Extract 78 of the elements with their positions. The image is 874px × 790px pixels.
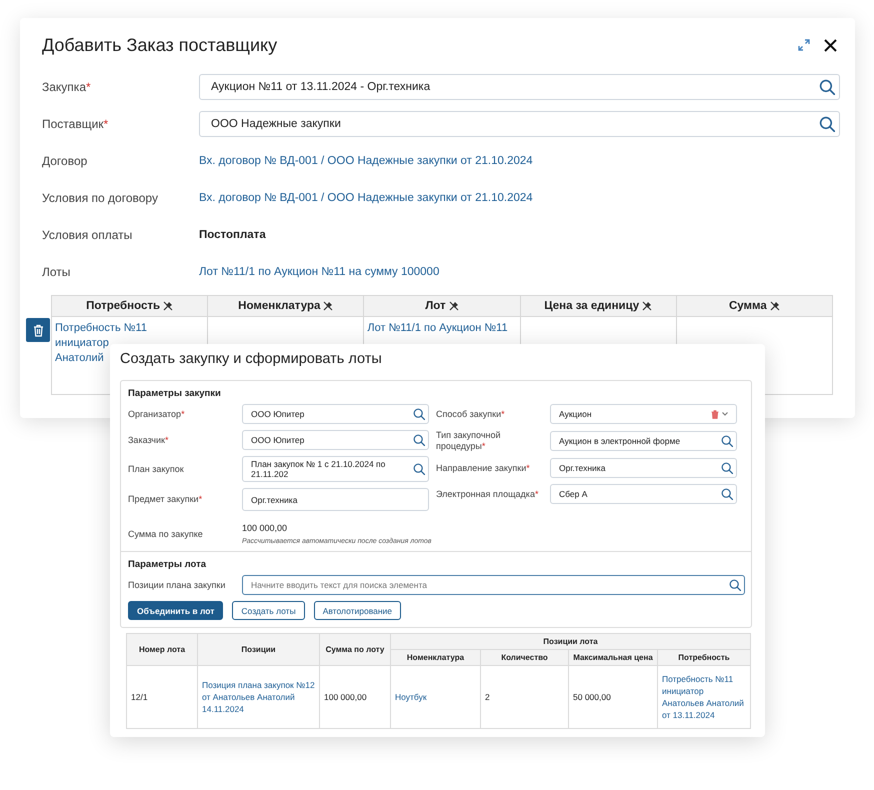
search-icon[interactable] [819, 116, 835, 132]
column-header: Сумма по лоту [326, 645, 384, 654]
dialog-title: Добавить Заказ поставщику [42, 34, 278, 56]
dialog-title: Создать закупку и сформировать лоты [120, 350, 383, 369]
field-label: Направление закупки* [436, 462, 531, 474]
field-label: План закупок [128, 464, 185, 474]
column-header: Цена за единицу [544, 300, 640, 312]
search-field[interactable]: Сбер А [550, 484, 737, 504]
pin-off-icon [770, 301, 780, 311]
link[interactable]: Ноутбук [395, 691, 427, 703]
search-icon[interactable] [721, 488, 733, 500]
search-field[interactable]: Аукцион в электронной форме [550, 431, 737, 451]
link[interactable]: Лот №11/1 по Аукцион №11 [367, 321, 508, 336]
table-cell: 2 [485, 691, 490, 703]
table-cell: 12/1 [131, 691, 148, 703]
pin-off-icon [642, 301, 652, 311]
search-field[interactable]: Начните вводить текст для поиска элемента [242, 575, 745, 595]
field-label: Поставщик* [42, 117, 110, 131]
action-button[interactable]: Объединить в лот [128, 601, 224, 620]
search-field[interactable]: ООО Юпитер [242, 430, 429, 450]
table-cell: 50 000,00 [573, 691, 611, 703]
search-field[interactable]: План закупок № 1 с 21.10.2024 по 21.11.202 [242, 456, 429, 482]
action-button[interactable]: Создать лоты [232, 601, 305, 620]
field-label: Сумма по закупке [128, 528, 204, 540]
pin-off-icon [448, 301, 459, 311]
field-label: Электронная площадка* [436, 488, 540, 500]
search-icon[interactable] [413, 463, 425, 475]
pin-off-icon [323, 301, 334, 311]
field-label: Условия по договору [42, 191, 159, 205]
field-label: Организатор* [128, 408, 186, 420]
field-label: Лоты [42, 265, 72, 279]
trash-icon [32, 324, 44, 336]
link[interactable]: Лот №11/1 по Аукцион №11 на сумму 100000 [199, 266, 440, 278]
link[interactable]: Вх. договор № ВД-001 / ООО Надежные закупки от 21.10.2024 [199, 155, 533, 167]
search-field[interactable]: Аукцион №11 от 13.11.2024 - Орг.техника [199, 74, 840, 100]
trash-icon[interactable] [711, 410, 719, 418]
dropdown[interactable]: Аукцион [550, 404, 737, 424]
link[interactable]: Вх. договор № ВД-001 / ООО Надежные закупки от 21.10.2024 [199, 192, 533, 204]
column-header: Потребность [678, 653, 730, 662]
search-field[interactable]: ООО Надежные закупки [199, 111, 840, 137]
section-heading: Параметры закупки [128, 388, 222, 399]
table-cell: 100 000,00 [324, 691, 367, 703]
column-header: Номенклатура [238, 300, 320, 312]
pin-off-icon [163, 301, 174, 311]
field-value: 100 000,00 [242, 523, 288, 533]
field-label: Закупка* [42, 80, 92, 94]
column-header: Позиции [241, 645, 276, 654]
expand-icon[interactable] [798, 39, 810, 51]
field-label: Позиции плана закупки [128, 580, 226, 590]
column-header: Лот [425, 300, 446, 312]
column-header: Номер лота [138, 645, 186, 654]
input-field[interactable]: Орг.техника [242, 488, 429, 511]
search-icon[interactable] [721, 462, 733, 474]
search-icon[interactable] [729, 579, 741, 591]
search-field[interactable]: Орг.техника [550, 458, 737, 478]
action-button[interactable]: Автолотирование [314, 601, 402, 620]
search-icon[interactable] [819, 79, 835, 95]
field-label: Предмет закупки* [128, 494, 204, 505]
search-icon[interactable] [721, 435, 733, 447]
search-field[interactable]: ООО Юпитер [242, 404, 429, 424]
delete-button[interactable] [26, 318, 50, 342]
chevron-down-icon[interactable] [722, 412, 728, 416]
column-header: Максимальная цена [573, 653, 653, 662]
column-header: Потребность [86, 300, 160, 312]
column-header: Количество [501, 653, 548, 662]
close-icon[interactable] [823, 38, 838, 52]
field-label: Договор [42, 154, 88, 168]
column-group-header: Позиции лота [543, 637, 598, 646]
field-label: Условия оплаты [42, 228, 134, 242]
search-icon[interactable] [413, 408, 425, 420]
field-value: Постоплата [199, 229, 266, 241]
field-label: Заказчик* [128, 434, 170, 446]
field-label: Способ закупки* [436, 408, 506, 420]
field-label: Тип закупочной процедуры* [436, 430, 502, 452]
column-header: Номенклатура [406, 653, 464, 662]
column-header: Сумма [728, 300, 767, 312]
section-heading: Параметры лота [128, 559, 208, 570]
search-icon[interactable] [413, 434, 425, 446]
